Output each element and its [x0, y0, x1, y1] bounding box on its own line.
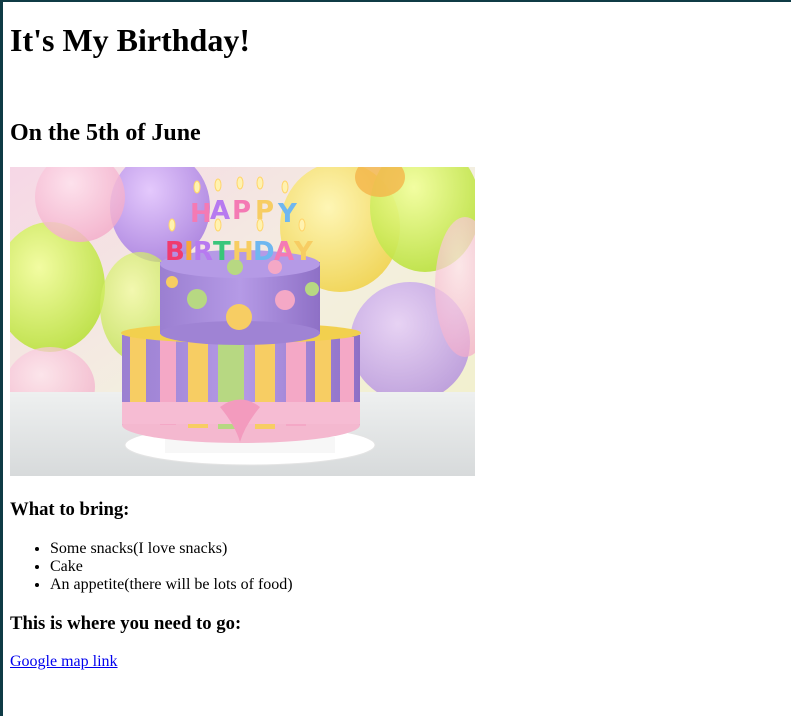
svg-text:Y: Y — [293, 237, 314, 267]
svg-text:A: A — [274, 237, 294, 267]
list-item: Cake — [50, 558, 293, 576]
svg-text:H: H — [190, 199, 212, 229]
svg-text:Y: Y — [277, 199, 298, 229]
google-map-link[interactable]: Google map link — [10, 653, 118, 671]
svg-text:P: P — [232, 196, 251, 226]
page-title: It's My Birthday! — [10, 22, 250, 58]
svg-text:D: D — [253, 237, 275, 267]
list-item: Some snacks(I love snacks) — [50, 540, 293, 558]
svg-text:H: H — [232, 237, 254, 267]
birthday-cake-image: H A P P Y B I R T H D A Y — [10, 167, 475, 476]
bring-list: Some snacks(I love snacks) Cake An appet… — [10, 540, 293, 594]
what-to-bring-heading: What to bring: — [10, 499, 130, 520]
svg-text:B: B — [165, 237, 185, 267]
list-item: An appetite(there will be lots of food) — [50, 576, 293, 594]
location-heading: This is where you need to go: — [10, 613, 242, 634]
svg-text:R: R — [193, 237, 213, 267]
svg-text:T: T — [213, 237, 231, 267]
event-date-heading: On the 5th of June — [10, 120, 201, 146]
